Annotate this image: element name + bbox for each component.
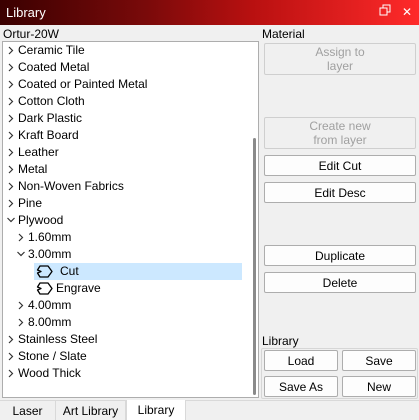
close-icon[interactable]: ✕ [399,4,415,20]
window-titlebar: Library ✕ [0,0,419,25]
save-button[interactable]: Save [342,350,416,371]
cut-setting-icon [36,264,54,279]
tree-item-label: 1.60mm [28,230,72,244]
chevron-right-icon[interactable] [6,110,16,127]
tree-item-label: 3.00mm [28,247,72,261]
tree-item-kraft-board[interactable]: Kraft Board [3,127,248,144]
tab-art-library[interactable]: Art Library [56,401,126,420]
chevron-right-icon[interactable] [6,161,16,178]
tree-item-coated-or-painted-metal[interactable]: Coated or Painted Metal [3,76,248,93]
tree-item-label: 4.00mm [28,298,72,312]
tree-item-label: Coated or Painted Metal [18,77,148,91]
tree-item-label: Cotton Cloth [18,94,85,108]
tree-item-label: Non-Woven Fabrics [18,179,124,193]
tree-item-label: Dark Plastic [18,111,83,125]
tree-item-stone-slate[interactable]: Stone / Slate [3,348,248,365]
tree-item-8-00mm[interactable]: 8.00mm [3,314,248,331]
window-title: Library [6,5,46,20]
tree-item-leather[interactable]: Leather [3,144,248,161]
chevron-right-icon[interactable] [6,144,16,161]
library-group-title: Library [262,334,299,348]
tree-item-label: Leather [18,145,59,159]
tree-item-label: Stainless Steel [18,332,98,346]
tree-scrollbar[interactable] [250,43,258,397]
chevron-right-icon[interactable] [6,42,16,59]
tree-item-metal[interactable]: Metal [3,161,248,178]
chevron-right-icon[interactable] [16,229,26,246]
scrollbar-thumb[interactable] [253,138,256,395]
chevron-right-icon[interactable] [6,365,16,382]
tree-item-label: Stone / Slate [18,349,87,363]
tree-item-engrave[interactable]: Engrave [34,280,242,297]
tree-item-cut[interactable]: Cut [34,263,242,280]
chevron-right-icon[interactable] [6,59,16,76]
bottom-tab-bar: Laser Art Library Library [0,400,419,420]
tree-item-3-00mm[interactable]: 3.00mm [3,246,248,263]
tree-item-4-00mm[interactable]: 4.00mm [3,297,248,314]
chevron-right-icon[interactable] [16,297,26,314]
chevron-down-icon[interactable] [6,212,16,229]
device-label: Ortur-20W [3,27,60,41]
load-button[interactable]: Load [264,350,338,371]
tree-item-label: Engrave [56,281,101,295]
chevron-down-icon[interactable] [16,246,26,263]
chevron-right-icon[interactable] [16,314,26,331]
tree-item-stainless-steel[interactable]: Stainless Steel [3,331,248,348]
material-tree[interactable]: Wood Thick Stone / Slate Stainless Steel 8.… [2,41,259,398]
delete-button[interactable]: Delete [264,272,416,293]
chevron-right-icon[interactable] [6,93,16,110]
duplicate-button[interactable]: Duplicate [264,245,416,266]
tree-item-non-woven-fabrics[interactable]: Non-Woven Fabrics [3,178,248,195]
save-as-button[interactable]: Save As [264,376,338,397]
tree-item-label: Kraft Board [18,128,79,142]
tree-item-label: Pine [18,196,43,210]
tree-item-dark-plastic[interactable]: Dark Plastic [3,110,248,127]
new-button[interactable]: New [342,376,416,397]
create-from-layer-button[interactable]: Create new from layer [264,117,416,149]
material-group-title: Material [262,27,305,41]
tab-laser[interactable]: Laser [0,401,56,420]
assign-to-layer-button[interactable]: Assign to layer [264,43,416,75]
tree-item-ceramic-tile[interactable]: Ceramic Tile [3,42,248,59]
tree-item-pine[interactable]: Pine [3,195,248,212]
edit-desc-button[interactable]: Edit Desc [264,182,416,203]
tree-item-cotton-cloth[interactable]: Cotton Cloth [3,93,248,110]
chevron-right-icon[interactable] [6,127,16,144]
tree-item-label: Plywood [18,213,64,227]
tree-item-label: Cut [60,264,79,278]
edit-cut-button[interactable]: Edit Cut [264,155,416,176]
tree-item-coated-metal[interactable]: Coated Metal [3,59,248,76]
chevron-right-icon[interactable] [6,76,16,93]
float-icon[interactable] [377,4,393,20]
tree-item-label: Coated Metal [18,60,90,74]
tab-library[interactable]: Library [126,400,186,420]
chevron-right-icon[interactable] [6,348,16,365]
tree-item-label: Metal [18,162,48,176]
tree-item-plywood[interactable]: Plywood [3,212,248,229]
tree-item-label: 8.00mm [28,315,72,329]
tree-item-label: Wood Thick [18,366,81,380]
tree-item-label: Ceramic Tile [18,43,85,57]
tree-item-1-60mm[interactable]: 1.60mm [3,229,248,246]
chevron-right-icon[interactable] [6,178,16,195]
cut-setting-icon [36,281,54,296]
chevron-right-icon[interactable] [6,195,16,212]
tree-item-wood-thick[interactable]: Wood Thick [3,365,248,382]
chevron-right-icon[interactable] [6,331,16,348]
